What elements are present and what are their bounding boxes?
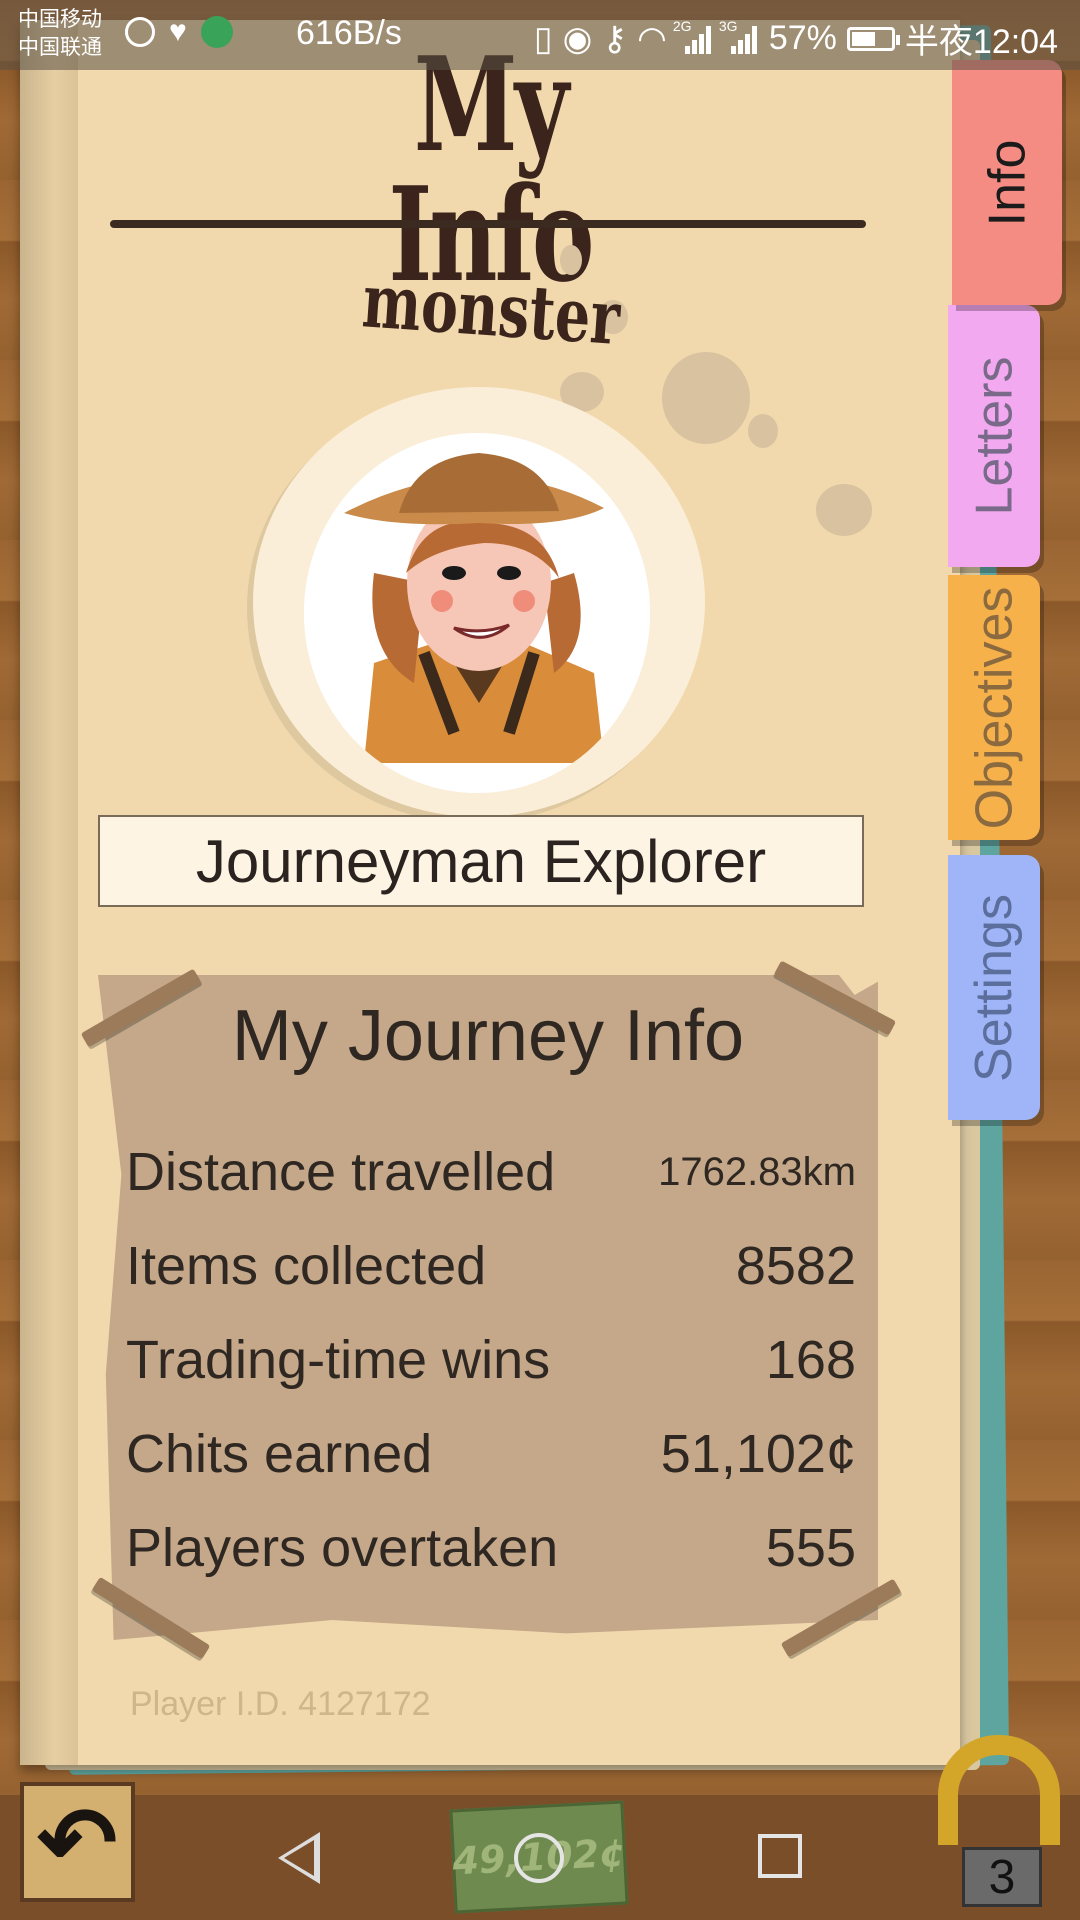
journey-info-title: My Journey Info — [231, 996, 745, 1076]
carrier-1: 中国移动 — [18, 8, 102, 31]
title-divider — [110, 220, 866, 228]
clock: 半夜12:04 — [904, 23, 1058, 61]
horseshoe-icon[interactable] — [938, 1735, 1060, 1845]
tab-settings-label: Settings — [965, 893, 1024, 1082]
stat-label: Distance travelled — [126, 1142, 556, 1202]
player-id: Player I.D. 4127172 — [130, 1685, 431, 1723]
signal-3g-icon: 3G — [719, 18, 759, 54]
stat-label: Chits earned — [126, 1424, 433, 1484]
undo-arrow-icon: ↶ — [37, 1789, 118, 1896]
tab-letters[interactable]: Letters — [948, 305, 1040, 567]
leaf-app-icon — [200, 16, 233, 48]
status-bar: 中国移动 中国联通 ♥ 616B/s ▯ ◉ ⚷ ◠ 2G 3G 57% 半夜1… — [0, 0, 1080, 70]
stat-label: Trading-time wins — [126, 1330, 551, 1390]
stat-row-distance: Distance travelled 1762.83km — [126, 1125, 856, 1219]
stat-label: Players overtaken — [126, 1518, 559, 1578]
stat-row-players-overtaken: Players overtaken 555 — [126, 1501, 856, 1595]
tab-objectives-label: Objectives — [965, 586, 1024, 829]
network-speed: 616B/s — [296, 14, 402, 52]
explorer-portrait-icon — [304, 433, 650, 793]
stat-label: Items collected — [126, 1236, 487, 1296]
battery-icon — [846, 26, 900, 51]
signal-3g-label: 3G — [718, 17, 738, 34]
stat-row-chits: Chits earned 51,102¢ — [126, 1407, 856, 1501]
stain-decoration — [816, 484, 872, 536]
key-icon: ⚷ — [602, 19, 628, 58]
status-right: ▯ ◉ ⚷ ◠ 2G 3G 57% 半夜12:04 — [534, 14, 1058, 63]
stain-decoration — [560, 245, 582, 275]
tab-info-label: Info — [977, 139, 1036, 226]
horseshoe-count: 3 — [962, 1847, 1042, 1907]
stat-value: 168 — [765, 1330, 856, 1390]
vibrate-icon: ▯ — [533, 19, 553, 58]
stat-row-items: Items collected 8582 — [126, 1219, 856, 1313]
battery-percent: 57% — [768, 19, 837, 57]
carrier-names: 中国移动 中国联通 — [18, 6, 102, 62]
health-icon: ♥ — [169, 15, 187, 48]
alarm-icon — [125, 17, 155, 47]
game-back-button[interactable]: ↶ — [20, 1782, 135, 1902]
stat-value: 1762.83km — [658, 1149, 856, 1194]
stat-value: 51,102¢ — [660, 1424, 856, 1484]
stain-decoration — [748, 414, 778, 448]
stat-value: 8582 — [735, 1236, 856, 1296]
tab-info[interactable]: Info — [952, 60, 1062, 305]
username: monster — [359, 258, 623, 363]
tab-objectives[interactable]: Objectives — [948, 575, 1040, 840]
avatar[interactable] — [304, 433, 650, 793]
eye-icon: ◉ — [562, 19, 593, 58]
stat-row-trading-wins: Trading-time wins 168 — [126, 1313, 856, 1407]
tab-letters-label: Letters — [965, 356, 1024, 516]
journey-stats-list: Distance travelled 1762.83km Items colle… — [126, 1125, 856, 1595]
nav-home-icon[interactable] — [514, 1833, 564, 1883]
nav-back-icon[interactable] — [278, 1832, 320, 1884]
wifi-icon: ◠ — [637, 19, 667, 58]
stat-value: 555 — [765, 1518, 856, 1578]
signal-2g-icon: 2G — [673, 18, 713, 54]
carrier-2: 中国联通 — [18, 36, 102, 59]
page-binding — [20, 20, 78, 1765]
stain-decoration — [662, 352, 750, 444]
tab-settings[interactable]: Settings — [948, 855, 1040, 1120]
rank-banner: Journeyman Explorer — [98, 815, 864, 907]
status-icons: ♥ — [125, 16, 233, 48]
nav-recent-apps-icon[interactable] — [758, 1834, 802, 1878]
signal-2g-label: 2G — [672, 17, 692, 34]
